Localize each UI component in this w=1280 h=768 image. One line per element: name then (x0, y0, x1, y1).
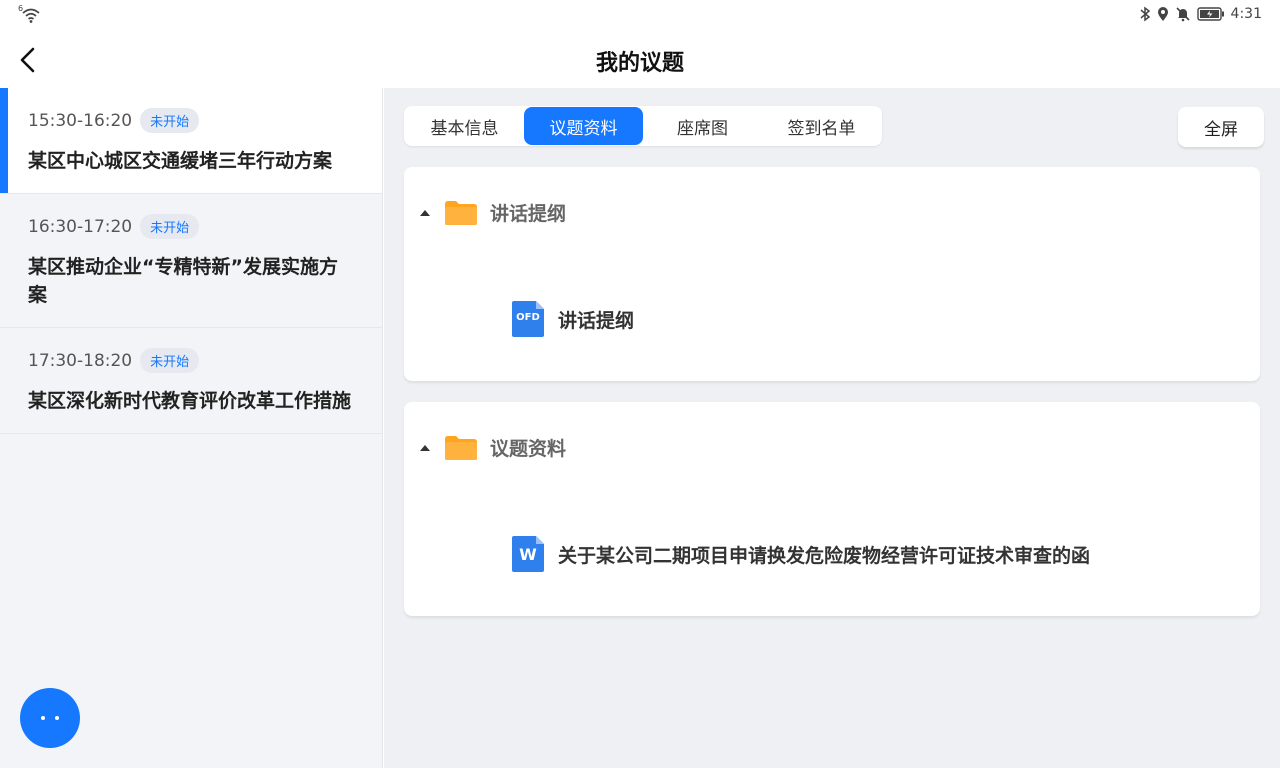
agenda-time-row: 17:30-18:20 未开始 (28, 348, 354, 373)
tab-sign-in-list[interactable]: 签到名单 (762, 107, 881, 145)
status-left: 6 (18, 4, 40, 28)
wifi-icon: 6 (18, 4, 40, 24)
file-row[interactable]: OFD 讲话提纲 (512, 301, 634, 337)
folder-header[interactable]: 议题资料 (420, 434, 566, 461)
file-type-label: OFD (516, 312, 540, 323)
agenda-title: 某区深化新时代教育评价改革工作措施 (28, 390, 352, 412)
file-row[interactable]: W 关于某公司二期项目申请换发危险废物经营许可证技术审查的函 (512, 536, 1090, 572)
fullscreen-button[interactable]: 全屏 (1178, 107, 1264, 147)
status-badge: 未开始 (140, 108, 200, 133)
tab-bar: 基本信息 议题资料 座席图 签到名单 (404, 106, 882, 146)
folder-header[interactable]: 讲话提纲 (420, 199, 566, 226)
status-badge: 未开始 (140, 214, 200, 239)
more-fab-button[interactable] (20, 688, 80, 748)
folder-card: 讲话提纲 OFD 讲话提纲 (404, 167, 1260, 381)
agenda-title: 某区推动企业“专精特新”发展实施方案 (28, 256, 338, 306)
status-time: 4:31 (1230, 6, 1262, 22)
file-name: 关于某公司二期项目申请换发危险废物经营许可证技术审查的函 (558, 544, 1091, 567)
folder-name: 议题资料 (490, 438, 567, 460)
agenda-time-row: 15:30-16:20 未开始 (28, 108, 354, 133)
agenda-item[interactable]: 15:30-16:20 未开始 某区中心城区交通缓堵三年行动方案 (0, 88, 382, 194)
folder-icon (445, 200, 477, 225)
agenda-time-row: 16:30-17:20 未开始 (28, 214, 354, 239)
battery-icon (1196, 7, 1225, 21)
location-icon (1157, 6, 1169, 22)
ofd-file-icon: OFD (512, 301, 544, 337)
main-content: 基本信息 议题资料 座席图 签到名单 全屏 讲话提纲 OFD 讲话提纲 议题资料 (384, 88, 1280, 768)
file-type-label: W (519, 545, 537, 564)
tab-seating-chart[interactable]: 座席图 (643, 107, 762, 145)
agenda-time: 16:30-17:20 (28, 216, 133, 237)
folder-icon (445, 435, 477, 460)
file-name: 讲话提纲 (558, 309, 635, 332)
status-bar: 6 4:31 (0, 0, 1280, 32)
caret-up-icon (420, 444, 430, 451)
status-badge: 未开始 (140, 348, 200, 373)
agenda-sidebar: 15:30-16:20 未开始 某区中心城区交通缓堵三年行动方案 16:30-1… (0, 88, 383, 768)
agenda-title: 某区中心城区交通缓堵三年行动方案 (28, 150, 333, 172)
tab-agenda-materials[interactable]: 议题资料 (524, 107, 643, 145)
bluetooth-icon (1139, 6, 1151, 22)
mute-icon (1175, 6, 1191, 22)
more-dots-icon (41, 716, 45, 720)
header: 我的议题 (0, 32, 1280, 88)
agenda-item[interactable]: 17:30-18:20 未开始 某区深化新时代教育评价改革工作措施 (0, 328, 382, 434)
tab-basic-info[interactable]: 基本信息 (405, 107, 524, 145)
folder-card: 议题资料 W 关于某公司二期项目申请换发危险废物经营许可证技术审查的函 (404, 402, 1260, 616)
page-title: 我的议题 (595, 51, 684, 76)
more-dots-icon (55, 716, 59, 720)
agenda-item[interactable]: 16:30-17:20 未开始 某区推动企业“专精特新”发展实施方案 (0, 194, 382, 328)
agenda-time: 15:30-16:20 (28, 110, 133, 131)
caret-up-icon (420, 209, 430, 216)
folder-name: 讲话提纲 (490, 203, 567, 225)
word-file-icon: W (512, 536, 544, 572)
status-right: 4:31 (1139, 6, 1262, 22)
agenda-time: 17:30-18:20 (28, 350, 133, 371)
